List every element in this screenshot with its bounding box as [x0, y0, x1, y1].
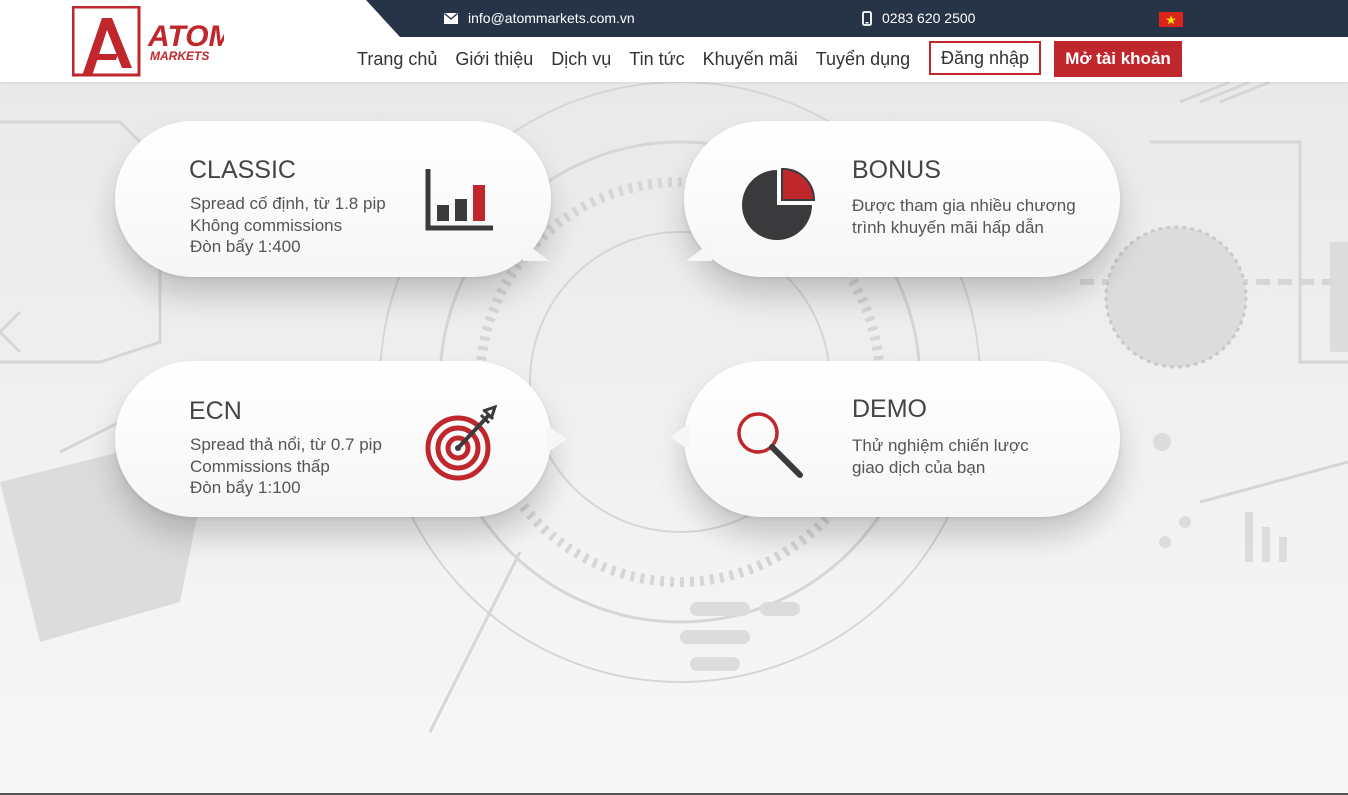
card-line: Thử nghiệm chiến lược: [852, 436, 1029, 455]
magnifier-icon: [737, 412, 803, 478]
nav-item-home[interactable]: Trang chủ: [357, 49, 437, 70]
email-text: info@atommarkets.com.vn: [468, 10, 635, 26]
svg-text:MARKETS: MARKETS: [150, 49, 209, 63]
pie-chart-icon: [742, 167, 816, 240]
site-header: ATOM MARKETS info@atommarkets.com.vn 028…: [0, 0, 1348, 82]
card-line: giao dịch của bạn: [852, 457, 986, 477]
card-bonus[interactable]: BONUS Được tham gia nhiều chương trình k…: [684, 121, 1120, 277]
card-line: Không commissions: [190, 215, 343, 235]
card-line: Đòn bẩy 1:100: [190, 478, 301, 497]
speech-tail: [523, 241, 549, 261]
card-description: Spread thả nổi, từ 0.7 pip Commissions t…: [190, 434, 382, 499]
card-description: Spread cố định, từ 1.8 pip Không commiss…: [190, 193, 386, 258]
card-classic[interactable]: CLASSIC Spread cố định, từ 1.8 pip Không…: [115, 121, 551, 277]
card-title: DEMO: [852, 395, 927, 423]
card-description: Thử nghiệm chiến lược giao dịch của bạn: [852, 435, 1029, 478]
speech-tail: [547, 425, 567, 453]
card-title: CLASSIC: [189, 156, 296, 184]
card-title: BONUS: [852, 156, 941, 184]
open-account-button[interactable]: Mở tài khoản: [1054, 41, 1182, 77]
card-line: Đòn bẩy 1:400: [190, 237, 301, 256]
nav-item-services[interactable]: Dịch vụ: [551, 49, 611, 70]
card-line: trình khuyến mãi hấp dẫn: [852, 217, 1044, 237]
bar-chart-icon: [425, 169, 493, 231]
card-line: Spread thả nổi, từ 0.7 pip: [190, 435, 382, 454]
envelope-icon: [444, 12, 458, 24]
card-ecn[interactable]: ECN Spread thả nổi, từ 0.7 pip Commissio…: [115, 361, 567, 517]
atom-markets-logo[interactable]: ATOM MARKETS: [71, 5, 235, 78]
email-contact[interactable]: info@atommarkets.com.vn: [444, 10, 635, 26]
card-description: Được tham gia nhiều chương trình khuyến …: [852, 195, 1076, 238]
card-demo[interactable]: DEMO Thử nghiệm chiến lược giao dịch của…: [670, 361, 1120, 517]
speech-tail: [686, 241, 712, 261]
vietnam-flag-icon[interactable]: [1159, 12, 1183, 27]
card-title: ECN: [189, 397, 242, 425]
nav-item-careers[interactable]: Tuyển dụng: [816, 49, 910, 70]
card-line: Commissions thấp: [190, 456, 330, 476]
nav-item-news[interactable]: Tin tức: [629, 49, 684, 70]
card-line: Spread cố định, từ 1.8 pip: [190, 194, 386, 213]
target-icon: [425, 405, 498, 481]
phone-icon: [862, 10, 872, 26]
phone-contact[interactable]: 0283 620 2500: [862, 10, 975, 26]
main-nav: Trang chủ Giới thiệu Dịch vụ Tin tức Khu…: [348, 40, 919, 78]
speech-tail: [670, 423, 690, 451]
phone-text: 0283 620 2500: [882, 10, 976, 26]
nav-item-about[interactable]: Giới thiệu: [455, 49, 533, 70]
nav-item-promotions[interactable]: Khuyến mãi: [703, 49, 798, 70]
login-button[interactable]: Đăng nhập: [929, 41, 1041, 75]
card-line: Được tham gia nhiều chương: [852, 196, 1076, 215]
